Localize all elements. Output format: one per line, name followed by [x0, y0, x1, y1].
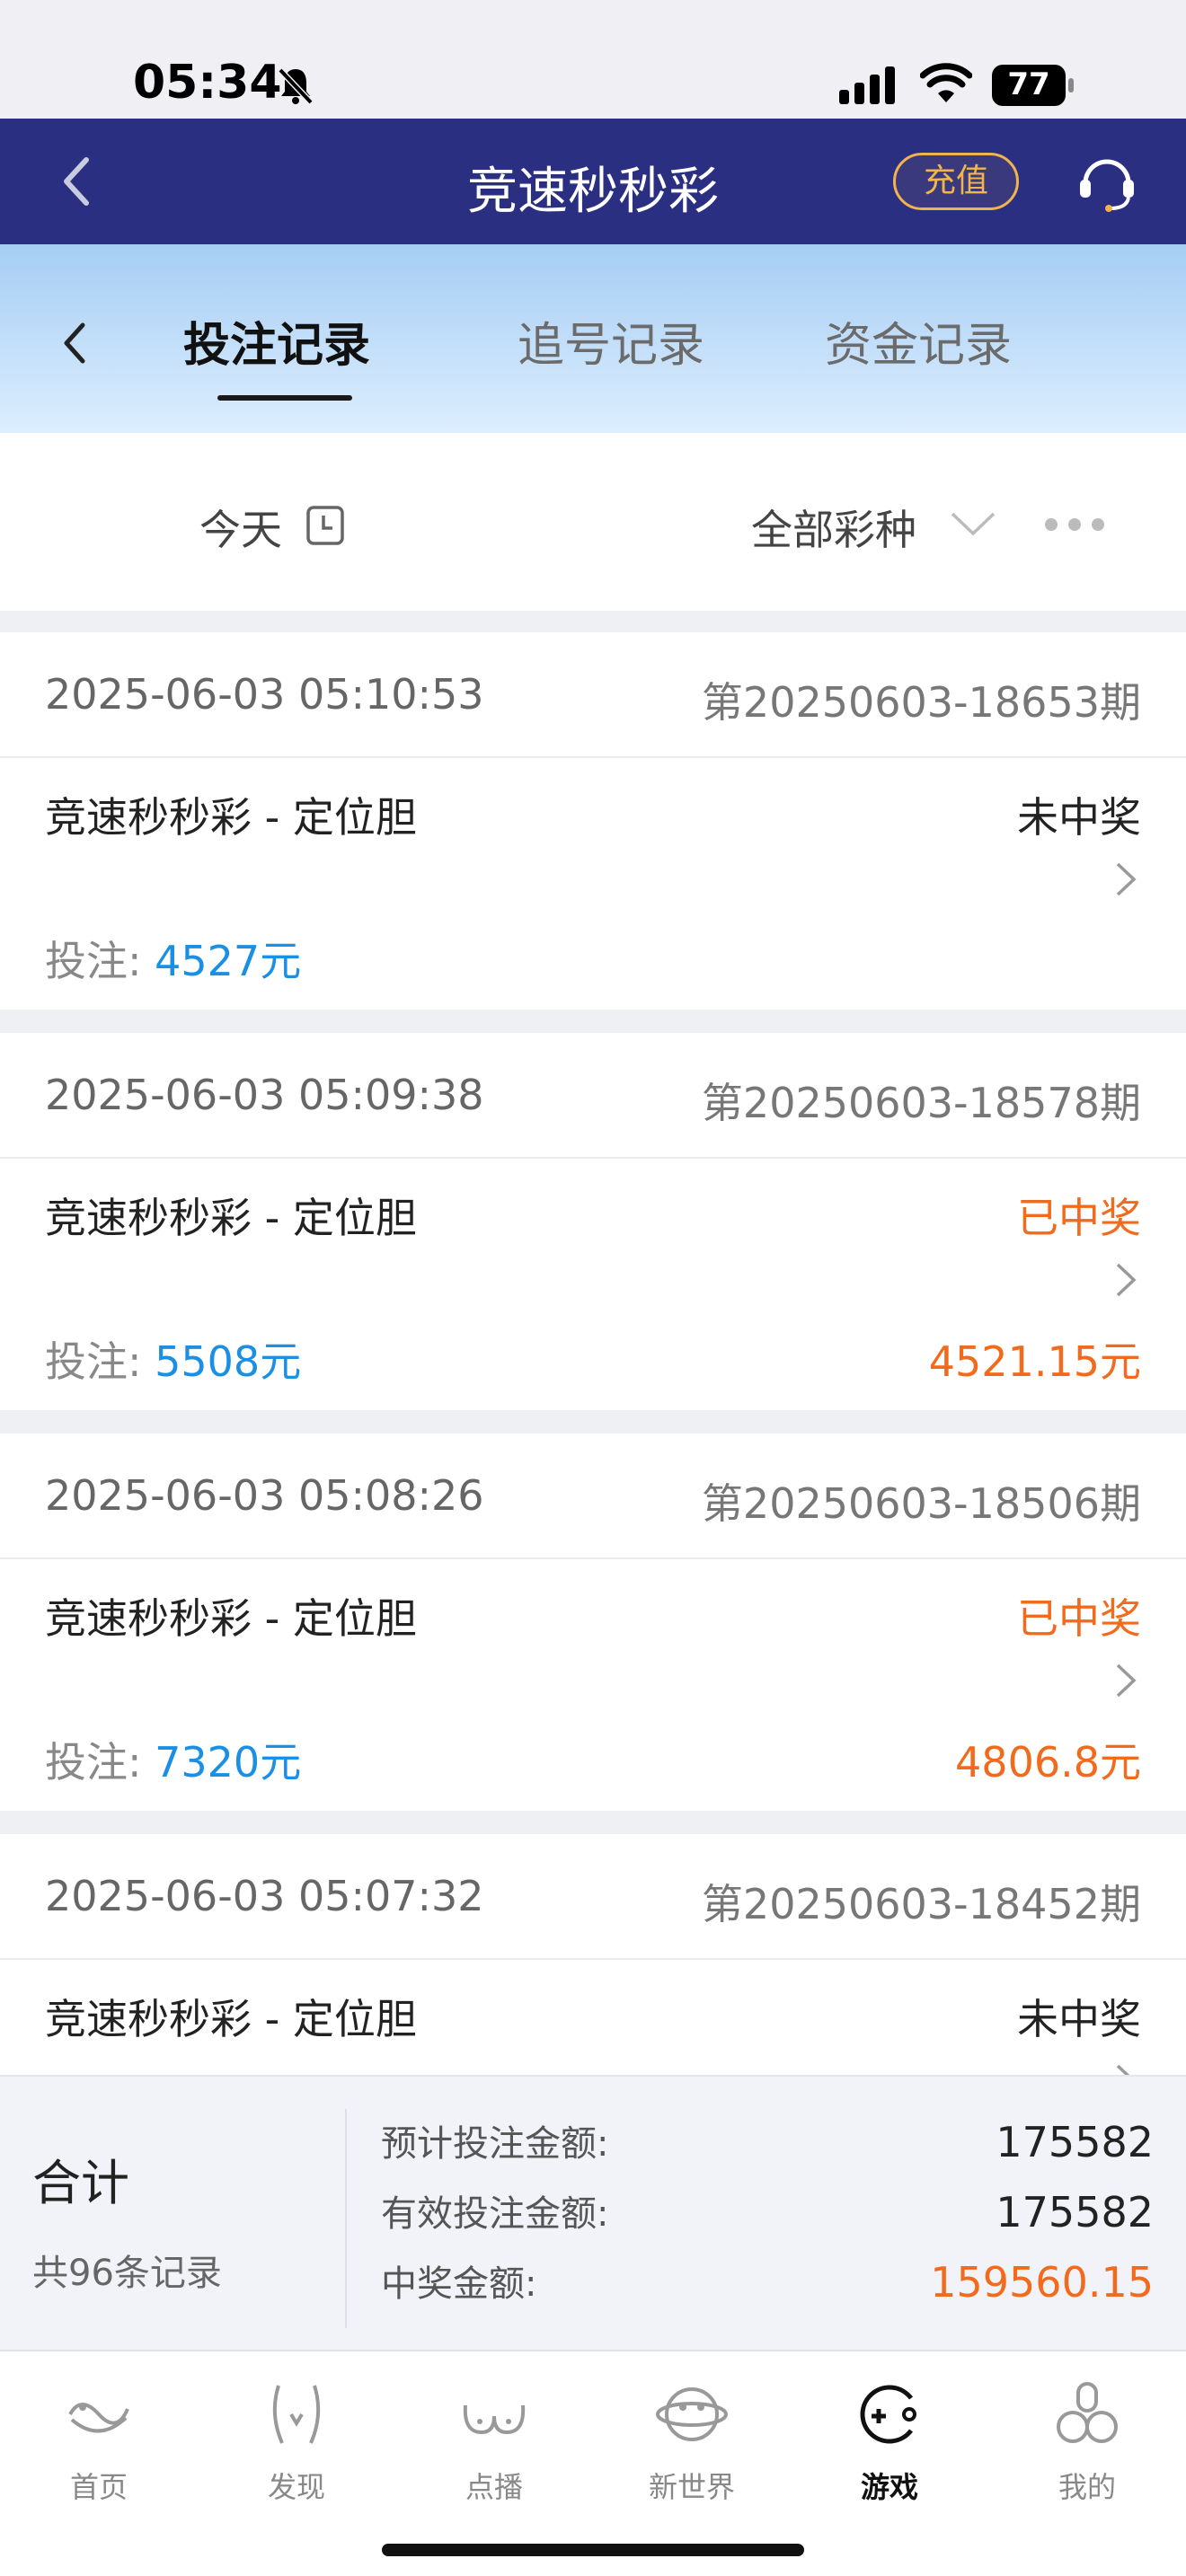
expected-bet-value: 175582 — [996, 2118, 1154, 2166]
active-tab-indicator — [217, 395, 352, 401]
calendar-clock-icon[interactable] — [305, 505, 345, 546]
profile-icon — [1057, 2382, 1118, 2443]
battery-level: 77 — [1007, 66, 1050, 102]
nav-label: 我的 — [1058, 2470, 1116, 2504]
filter-bar: 今天 全部彩种 — [0, 433, 1186, 611]
customer-service-icon[interactable] — [1075, 149, 1139, 214]
win-status: 已中奖 — [1017, 1594, 1141, 1643]
battery-icon: 77 — [992, 65, 1075, 106]
record-tabs: 投注记录 追号记录 资金记录 — [0, 244, 1186, 433]
nav-new-world[interactable]: 新世界 — [593, 2378, 791, 2513]
tab-bet-records[interactable]: 投注记录 — [183, 307, 370, 375]
valid-bet-label: 有效投注金额: — [381, 2193, 609, 2235]
game-name: 竞速秒秒彩 - 定位胆 — [45, 1194, 417, 1242]
bet-record-card[interactable]: 2025-06-03 05:08:26 第20250603-18506期 竞速秒… — [0, 1434, 1186, 1811]
bet-amount: 投注: 4527元 — [45, 937, 302, 985]
win-status: 未中奖 — [1017, 1995, 1141, 2043]
home-icon — [68, 2403, 129, 2433]
card-header: 2025-06-03 05:07:32 第20250603-18452期 — [0, 1834, 1186, 1960]
card-header: 2025-06-03 05:10:53 第20250603-18653期 — [0, 632, 1186, 758]
summary-title: 合计 — [32, 2155, 129, 2211]
bet-time: 2025-06-03 05:08:26 — [45, 1471, 484, 1520]
bell-muted-icon — [278, 67, 314, 105]
new-world-icon — [656, 2387, 728, 2441]
game-name: 竞速秒秒彩 - 定位胆 — [45, 1594, 417, 1643]
issue-number: 第20250603-18578期 — [701, 1079, 1141, 1127]
back-icon[interactable] — [58, 316, 93, 370]
chevron-down-icon[interactable] — [949, 508, 997, 539]
expected-bet-label: 预计投注金额: — [381, 2123, 609, 2165]
discover-icon — [272, 2385, 321, 2444]
nav-game[interactable]: 游戏 — [791, 2378, 988, 2513]
bet-amount: 投注: 7320元 — [45, 1738, 302, 1786]
tab-fund-records[interactable]: 资金记录 — [825, 307, 1012, 375]
status-time: 05:34 — [133, 56, 282, 110]
issue-number: 第20250603-18506期 — [701, 1479, 1141, 1528]
nav-label: 新世界 — [648, 2470, 735, 2504]
nav-label: 发现 — [267, 2470, 325, 2504]
bet-record-card[interactable]: 2025-06-03 05:10:53 第20250603-18653期 竞速秒… — [0, 632, 1186, 1010]
tab-chase-records[interactable]: 追号记录 — [518, 307, 704, 375]
date-filter[interactable]: 今天 — [199, 498, 282, 557]
bet-amount: 投注: 5508元 — [45, 1337, 302, 1386]
divider — [345, 2109, 347, 2328]
prize-total-label: 中奖金额: — [381, 2263, 537, 2305]
card-header: 2025-06-03 05:08:26 第20250603-18506期 — [0, 1434, 1186, 1559]
valid-bet-value: 175582 — [996, 2188, 1154, 2236]
chevron-right-icon[interactable] — [1112, 1660, 1139, 1701]
game-name: 竞速秒秒彩 - 定位胆 — [45, 793, 417, 842]
nav-vod[interactable]: 点播 — [395, 2378, 593, 2513]
game-name: 竞速秒秒彩 - 定位胆 — [45, 1995, 417, 2043]
app-header: 竞速秒秒彩 充值 — [0, 119, 1186, 244]
bet-time: 2025-06-03 05:10:53 — [45, 670, 484, 719]
win-status: 未中奖 — [1017, 793, 1141, 842]
vod-icon — [463, 2404, 526, 2435]
prize-amount: 4521.15元 — [928, 1337, 1141, 1386]
nav-label: 游戏 — [860, 2470, 918, 2504]
chevron-right-icon[interactable] — [1112, 2060, 1139, 2075]
more-icon[interactable] — [1042, 514, 1107, 535]
cellular-signal-icon — [839, 66, 895, 104]
game-icon — [860, 2385, 916, 2444]
status-bar: 05:34 77 — [0, 0, 1186, 119]
issue-number: 第20250603-18653期 — [701, 678, 1141, 727]
home-indicator — [382, 2544, 804, 2556]
bottom-nav: 首页 发现 点播 新世界 游戏 我的 — [0, 2350, 1186, 2576]
win-status: 已中奖 — [1017, 1194, 1141, 1242]
recharge-button[interactable]: 充值 — [893, 153, 1019, 210]
prize-amount: 4806.8元 — [955, 1738, 1141, 1786]
issue-number: 第20250603-18452期 — [701, 1880, 1141, 1928]
card-header: 2025-06-03 05:09:38 第20250603-18578期 — [0, 1033, 1186, 1159]
wifi-icon — [920, 63, 972, 102]
summary-panel: 合计 共96条记录 预计投注金额: 175582 有效投注金额: 175582 … — [0, 2075, 1186, 2350]
bet-record-card[interactable]: 2025-06-03 05:07:32 第20250603-18452期 竞速秒… — [0, 1834, 1186, 2075]
nav-profile[interactable]: 我的 — [988, 2378, 1186, 2513]
nav-label: 首页 — [69, 2470, 128, 2504]
prize-total-value: 159560.15 — [930, 2258, 1154, 2307]
bet-record-card[interactable]: 2025-06-03 05:09:38 第20250603-18578期 竞速秒… — [0, 1033, 1186, 1410]
chevron-right-icon[interactable] — [1112, 859, 1139, 900]
chevron-right-icon[interactable] — [1112, 1259, 1139, 1301]
nav-discover[interactable]: 发现 — [198, 2378, 395, 2513]
bet-time: 2025-06-03 05:09:38 — [45, 1071, 484, 1119]
lottery-type-filter[interactable]: 全部彩种 — [751, 498, 916, 557]
record-count: 共96条记录 — [32, 2253, 222, 2294]
nav-home[interactable]: 首页 — [0, 2378, 198, 2513]
nav-label: 点播 — [465, 2470, 523, 2504]
bet-time: 2025-06-03 05:07:32 — [45, 1872, 484, 1920]
